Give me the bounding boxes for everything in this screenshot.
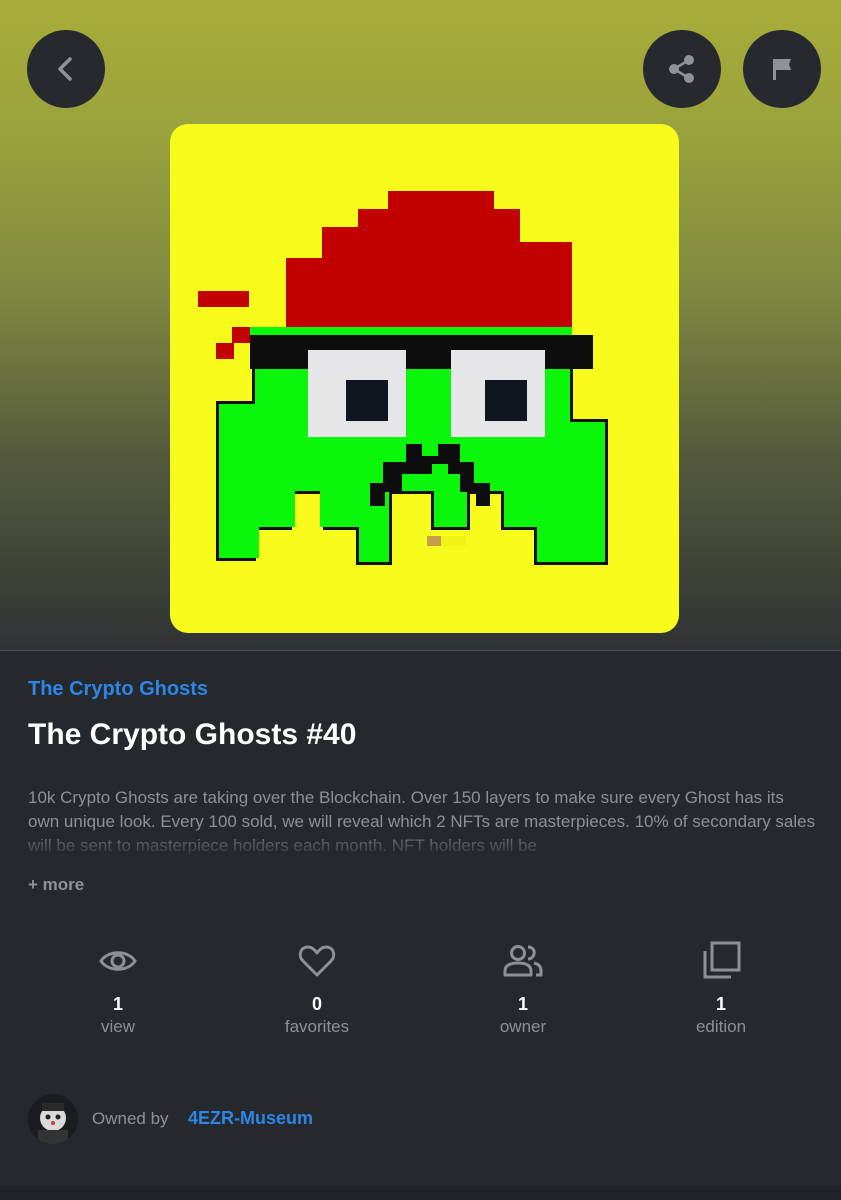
stat-label: owner xyxy=(499,1017,547,1036)
collection-link[interactable]: The Crypto Ghosts xyxy=(28,678,208,701)
description-container: 10k Crypto Ghosts are taking over the Bl… xyxy=(28,786,818,856)
share-icon xyxy=(669,55,694,83)
stat-value: 1 xyxy=(517,994,528,1014)
nft-artwork xyxy=(198,191,608,565)
more-button[interactable]: + more xyxy=(28,875,84,895)
owner-link[interactable]: 4EZR-Museum xyxy=(188,1108,313,1129)
chevron-left-icon xyxy=(58,57,72,81)
owned-by-label: Owned by xyxy=(92,1109,169,1128)
stat-value: 1 xyxy=(715,994,726,1014)
bottom-bar xyxy=(0,1186,841,1200)
stat-editions[interactable]: 1 edition xyxy=(641,936,801,1037)
stat-label: edition xyxy=(695,1017,747,1036)
hero-section xyxy=(0,0,841,651)
stat-favorites[interactable]: 0 favorites xyxy=(237,936,397,1037)
stat-label: view xyxy=(100,1017,135,1036)
users-icon xyxy=(503,945,543,977)
stat-views: 1 view xyxy=(38,936,198,1037)
eye-icon xyxy=(99,951,137,971)
flag-icon xyxy=(773,59,791,80)
stat-owners[interactable]: 1 owner xyxy=(443,936,603,1037)
nft-image[interactable] xyxy=(170,124,679,633)
avatar-image xyxy=(28,1094,78,1144)
share-button[interactable] xyxy=(643,30,721,108)
avatar[interactable] xyxy=(28,1094,78,1144)
stats-row: 1 view 0 favorites 1 owner 1 edition xyxy=(0,936,841,1046)
report-button[interactable] xyxy=(743,30,821,108)
page-title: The Crypto Ghosts #40 xyxy=(28,718,357,751)
stat-value: 1 xyxy=(112,994,123,1014)
owner-row: Owned by 4EZR-Museum xyxy=(28,1094,528,1144)
description-fade xyxy=(28,828,818,856)
heart-icon xyxy=(298,945,336,977)
stat-value: 0 xyxy=(311,994,322,1014)
copies-icon xyxy=(703,941,741,979)
stat-label: favorites xyxy=(284,1017,350,1036)
back-button[interactable] xyxy=(27,30,105,108)
